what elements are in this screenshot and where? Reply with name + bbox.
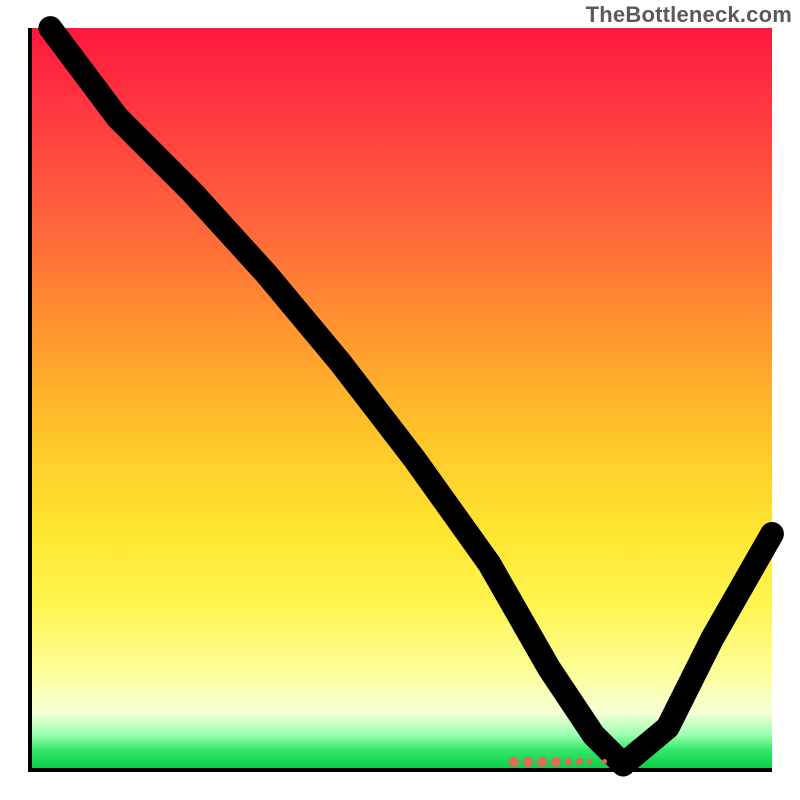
attribution-text: TheBottleneck.com: [586, 2, 792, 28]
optimum-marker: [509, 755, 607, 769]
curve-path: [50, 28, 772, 765]
marker-dot: [602, 759, 607, 764]
marker-dot: [576, 758, 583, 765]
plot-area: [28, 28, 772, 772]
marker-dot: [565, 758, 572, 765]
bottleneck-curve: [28, 28, 772, 772]
marker-dot: [537, 757, 547, 767]
marker-dot: [523, 757, 533, 767]
marker-dot: [587, 759, 592, 764]
marker-dot: [551, 757, 561, 767]
marker-dot: [509, 757, 519, 767]
